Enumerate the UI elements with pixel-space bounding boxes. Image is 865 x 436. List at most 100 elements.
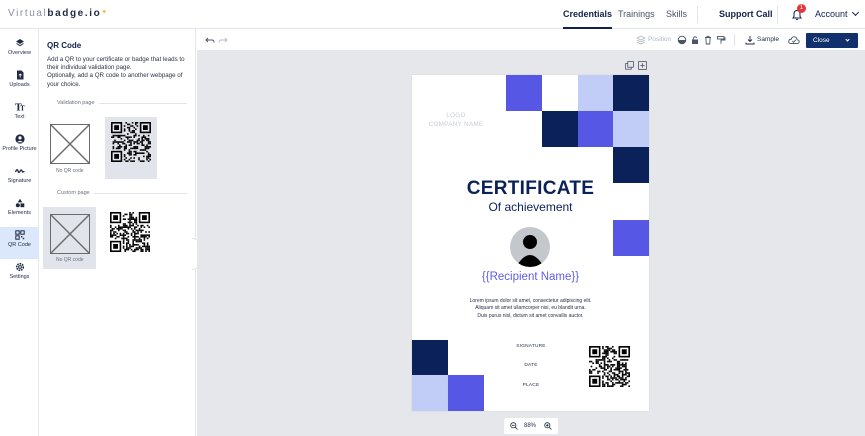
- chevron-down-icon: [845, 37, 850, 42]
- opacity-icon[interactable]: [677, 35, 687, 45]
- decor-square: [613, 111, 649, 147]
- close-button[interactable]: Close: [806, 33, 858, 48]
- rail-item-overview[interactable]: Overview: [0, 35, 39, 67]
- recipient-name-field[interactable]: {{Recipient Name}}: [412, 271, 649, 283]
- brand-logo[interactable]: Virtualbadge.io✦: [8, 8, 109, 19]
- position-button[interactable]: Position: [648, 29, 671, 51]
- rail-item-elements[interactable]: Elements: [0, 195, 39, 227]
- logo-text: LOGO: [446, 112, 466, 119]
- rail-label: Profile Picture: [2, 146, 37, 152]
- undo-icon[interactable]: [205, 35, 215, 45]
- duplicate-page-icon[interactable]: [625, 61, 634, 70]
- qr-code-icon: [111, 122, 151, 162]
- decor-square: [542, 111, 578, 147]
- signature-label[interactable]: SIGNATURE: [507, 344, 555, 349]
- position-icon: [636, 35, 646, 45]
- trash-icon[interactable]: [703, 35, 713, 45]
- place-label[interactable]: PLACE: [507, 383, 555, 388]
- section-label-custom: Custom page: [47, 190, 94, 196]
- shapes-icon: [15, 198, 24, 208]
- cloud-save-icon[interactable]: [788, 35, 800, 45]
- body-line: Aliquam sit amet ullamcorper nisi, eu bl…: [475, 305, 586, 312]
- section-validation-page: Validation page: [47, 100, 187, 106]
- divider: [697, 6, 698, 23]
- no-qr-placeholder-icon: [50, 124, 90, 164]
- panel-description: Add a QR to your certificate or badge th…: [47, 56, 192, 89]
- section-custom-page: Custom page: [47, 190, 187, 196]
- body-line: Lorem ipsum dolor sit amet, consectetur …: [469, 298, 592, 304]
- rail-label: Signature: [7, 178, 32, 184]
- decor-square: [412, 375, 448, 411]
- decor-square: [613, 220, 649, 256]
- validation-qr-option[interactable]: [105, 117, 157, 179]
- redo-icon[interactable]: [218, 35, 228, 45]
- company-logo-placeholder[interactable]: LOGO COMPANY NAME: [424, 111, 488, 129]
- chevron-down-icon: [851, 8, 859, 17]
- close-label: Close: [813, 37, 830, 44]
- text-icon: TT: [15, 104, 25, 113]
- qr-code-icon: [110, 212, 150, 252]
- brand-name-light: Virtual: [8, 8, 48, 19]
- rail-label: Elements: [8, 210, 31, 216]
- rail-label: Uploads: [9, 82, 30, 88]
- decor-square: [448, 375, 484, 411]
- certificate-title[interactable]: CERTIFICATE: [412, 178, 649, 200]
- sample-button[interactable]: Sample: [757, 29, 779, 51]
- certificate-qr-code[interactable]: [589, 346, 630, 387]
- zoom-out-icon[interactable]: [510, 422, 518, 430]
- user-silhouette-icon: [516, 235, 544, 267]
- profile-picture-placeholder[interactable]: [510, 227, 550, 267]
- svg-text:T: T: [20, 106, 25, 113]
- zoom-in-icon[interactable]: [544, 422, 552, 430]
- add-page-icon[interactable]: [638, 61, 647, 70]
- gear-icon: [15, 262, 24, 272]
- custom-no-qr-option[interactable]: No QR code: [43, 207, 96, 269]
- no-qr-caption: No QR code: [56, 168, 84, 174]
- panel-desc-custom: Optionally, add a QR code to another web…: [47, 72, 183, 88]
- paint-roller-icon[interactable]: [716, 35, 726, 45]
- signature-icon: [14, 169, 25, 174]
- top-bar: Virtualbadge.io✦ Credentials Trainings S…: [0, 0, 865, 29]
- rail-item-settings[interactable]: Settings: [0, 259, 39, 291]
- editor-toolbar: Position Sample Close: [197, 29, 865, 51]
- account-label: Account: [815, 9, 848, 19]
- decor-square: [613, 75, 649, 111]
- date-label[interactable]: DATE: [507, 363, 555, 368]
- brand-name-bold: badge.io: [47, 8, 102, 19]
- body-line: Duis purus nisl, dictum sit amet convall…: [477, 312, 584, 319]
- rail-label: Settings: [9, 274, 30, 280]
- download-icon: [745, 36, 755, 45]
- rail-label: QR Code: [8, 242, 31, 248]
- lock-icon[interactable]: [690, 35, 700, 45]
- divider: [734, 34, 735, 46]
- certificate-body-text[interactable]: Lorem ipsum dolor sit amet, consectetur …: [428, 298, 633, 320]
- spark-icon: ✦: [101, 9, 109, 16]
- nav-credentials[interactable]: Credentials: [563, 0, 613, 29]
- tool-rail: Overview Uploads TT Text Profile Picture…: [0, 29, 39, 436]
- nav-trainings[interactable]: Trainings: [618, 0, 655, 29]
- rail-item-uploads[interactable]: Uploads: [0, 67, 39, 99]
- panel-title: QR Code: [47, 41, 82, 50]
- divider: [777, 6, 778, 23]
- certificate-page[interactable]: LOGO COMPANY NAME CERTIFICATE Of achieve…: [412, 75, 649, 411]
- rail-item-text[interactable]: TT Text: [0, 99, 39, 131]
- nav-skills[interactable]: Skills: [666, 0, 687, 29]
- no-qr-placeholder-icon: [50, 214, 90, 254]
- panel-desc-validation: Add a QR to your certificate or badge th…: [47, 56, 185, 72]
- no-qr-caption: No QR code: [56, 257, 84, 263]
- custom-qr-option[interactable]: [105, 207, 157, 269]
- rail-item-profile-picture[interactable]: Profile Picture: [0, 131, 39, 163]
- zoom-level: 88%: [524, 423, 537, 429]
- layers-icon: [15, 39, 24, 47]
- support-call-link[interactable]: Support Call: [719, 0, 773, 29]
- rail-label: Overview: [8, 50, 31, 56]
- zoom-control: 88%: [504, 418, 558, 434]
- account-menu[interactable]: Account: [815, 0, 859, 29]
- validation-no-qr-option[interactable]: No QR code: [44, 116, 96, 178]
- decor-square: [578, 111, 614, 147]
- rail-item-signature[interactable]: Signature: [0, 163, 39, 195]
- rail-item-qr-code[interactable]: QR Code: [0, 227, 39, 259]
- rail-label: Text: [14, 114, 25, 120]
- certificate-subtitle[interactable]: Of achievement: [412, 200, 649, 214]
- company-name-text: COMPANY NAME: [428, 121, 484, 128]
